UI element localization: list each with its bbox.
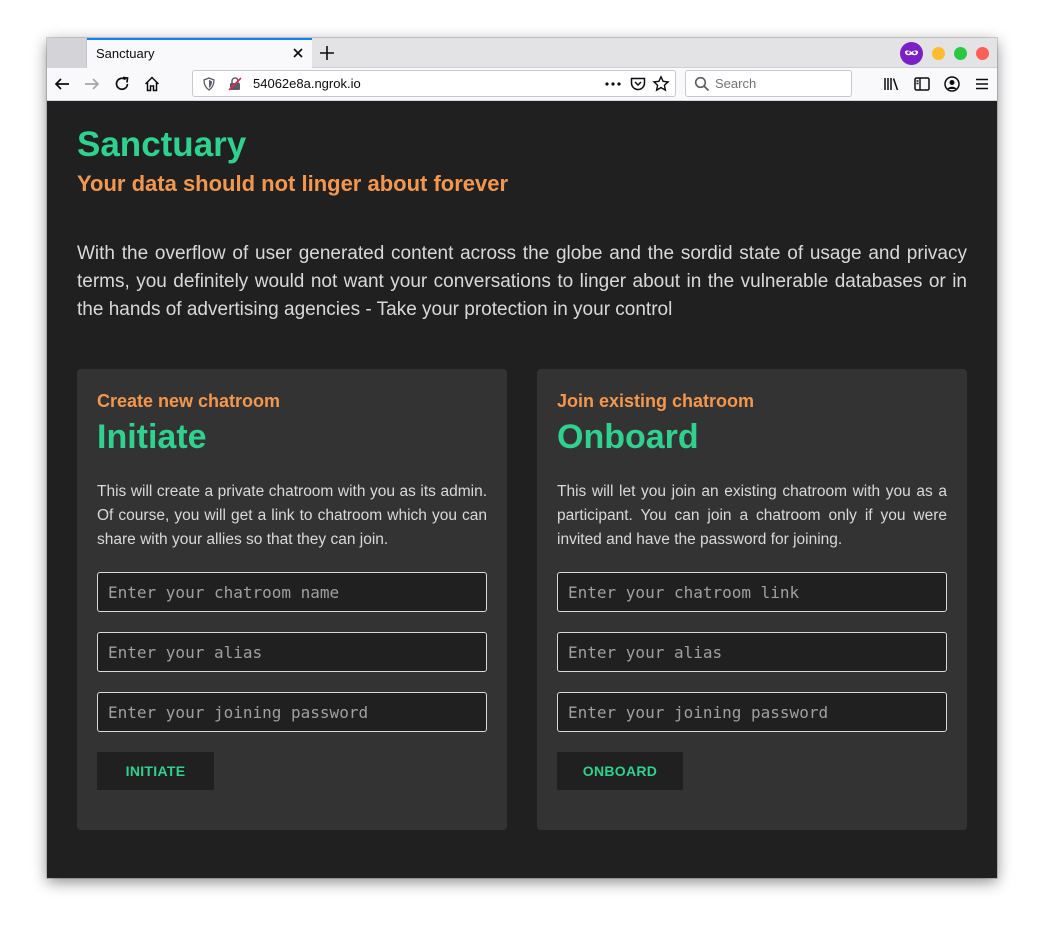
pocket-icon[interactable] xyxy=(629,75,647,93)
onboard-card: Join existing chatroom Onboard This will… xyxy=(537,369,967,830)
initiate-password-input[interactable] xyxy=(97,692,487,732)
tagline: Your data should not linger about foreve… xyxy=(77,171,509,196)
browser-window: Sanctuary 54062e8a.ngrok.io Search Sanct… xyxy=(47,38,997,878)
url-bar[interactable]: 54062e8a.ngrok.io xyxy=(192,70,676,97)
bookmark-star-icon[interactable] xyxy=(652,75,670,93)
onboard-description: This will let you join an existing chatr… xyxy=(557,483,947,548)
nav-bar: 54062e8a.ngrok.io Search xyxy=(47,68,997,101)
private-browsing-icon xyxy=(900,42,923,65)
initiate-card: Create new chatroom Initiate This will c… xyxy=(77,369,507,830)
forward-arrow-icon[interactable] xyxy=(82,74,102,94)
onboard-kicker: Join existing chatroom xyxy=(557,391,755,411)
minimize-button[interactable] xyxy=(932,47,945,60)
initiate-alias-input[interactable] xyxy=(97,632,487,672)
tab-strip-spacer xyxy=(47,38,87,68)
sidebar-icon[interactable] xyxy=(913,75,931,93)
library-icon[interactable] xyxy=(883,75,901,93)
search-icon xyxy=(694,76,710,92)
tab-title: Sanctuary xyxy=(96,46,155,61)
initiate-button[interactable]: INITIATE xyxy=(97,752,214,790)
chatroom-name-input[interactable] xyxy=(97,572,487,612)
initiate-kicker: Create new chatroom xyxy=(97,391,281,411)
chatroom-link-input[interactable] xyxy=(557,572,947,612)
onboard-title: Onboard xyxy=(557,418,699,456)
close-icon[interactable] xyxy=(290,45,306,61)
close-window-button[interactable] xyxy=(976,47,989,60)
shield-icon[interactable] xyxy=(201,76,217,92)
tab-bar: Sanctuary xyxy=(47,38,997,68)
search-placeholder: Search xyxy=(715,76,757,91)
onboard-button[interactable]: ONBOARD xyxy=(557,752,683,790)
url-text: 54062e8a.ngrok.io xyxy=(253,76,361,91)
brand-title: Sanctuary xyxy=(77,125,247,164)
maximize-button[interactable] xyxy=(954,47,967,60)
onboard-password-input[interactable] xyxy=(557,692,947,732)
back-arrow-icon[interactable] xyxy=(52,74,72,94)
more-actions-icon[interactable] xyxy=(604,76,622,92)
hamburger-menu-icon[interactable] xyxy=(973,75,991,93)
reload-icon[interactable] xyxy=(112,74,132,94)
initiate-title: Initiate xyxy=(97,418,207,456)
tab-sanctuary[interactable]: Sanctuary xyxy=(87,38,312,68)
insecure-lock-icon[interactable] xyxy=(227,76,243,92)
intro-paragraph: With the overflow of user generated cont… xyxy=(77,243,967,320)
onboard-alias-input[interactable] xyxy=(557,632,947,672)
home-icon[interactable] xyxy=(142,74,162,94)
new-tab-icon[interactable] xyxy=(317,43,337,63)
page-content: Sanctuary Your data should not linger ab… xyxy=(47,101,997,878)
account-icon[interactable] xyxy=(943,75,961,93)
search-bar[interactable]: Search xyxy=(685,70,852,97)
initiate-description: This will create a private chatroom with… xyxy=(97,483,487,548)
